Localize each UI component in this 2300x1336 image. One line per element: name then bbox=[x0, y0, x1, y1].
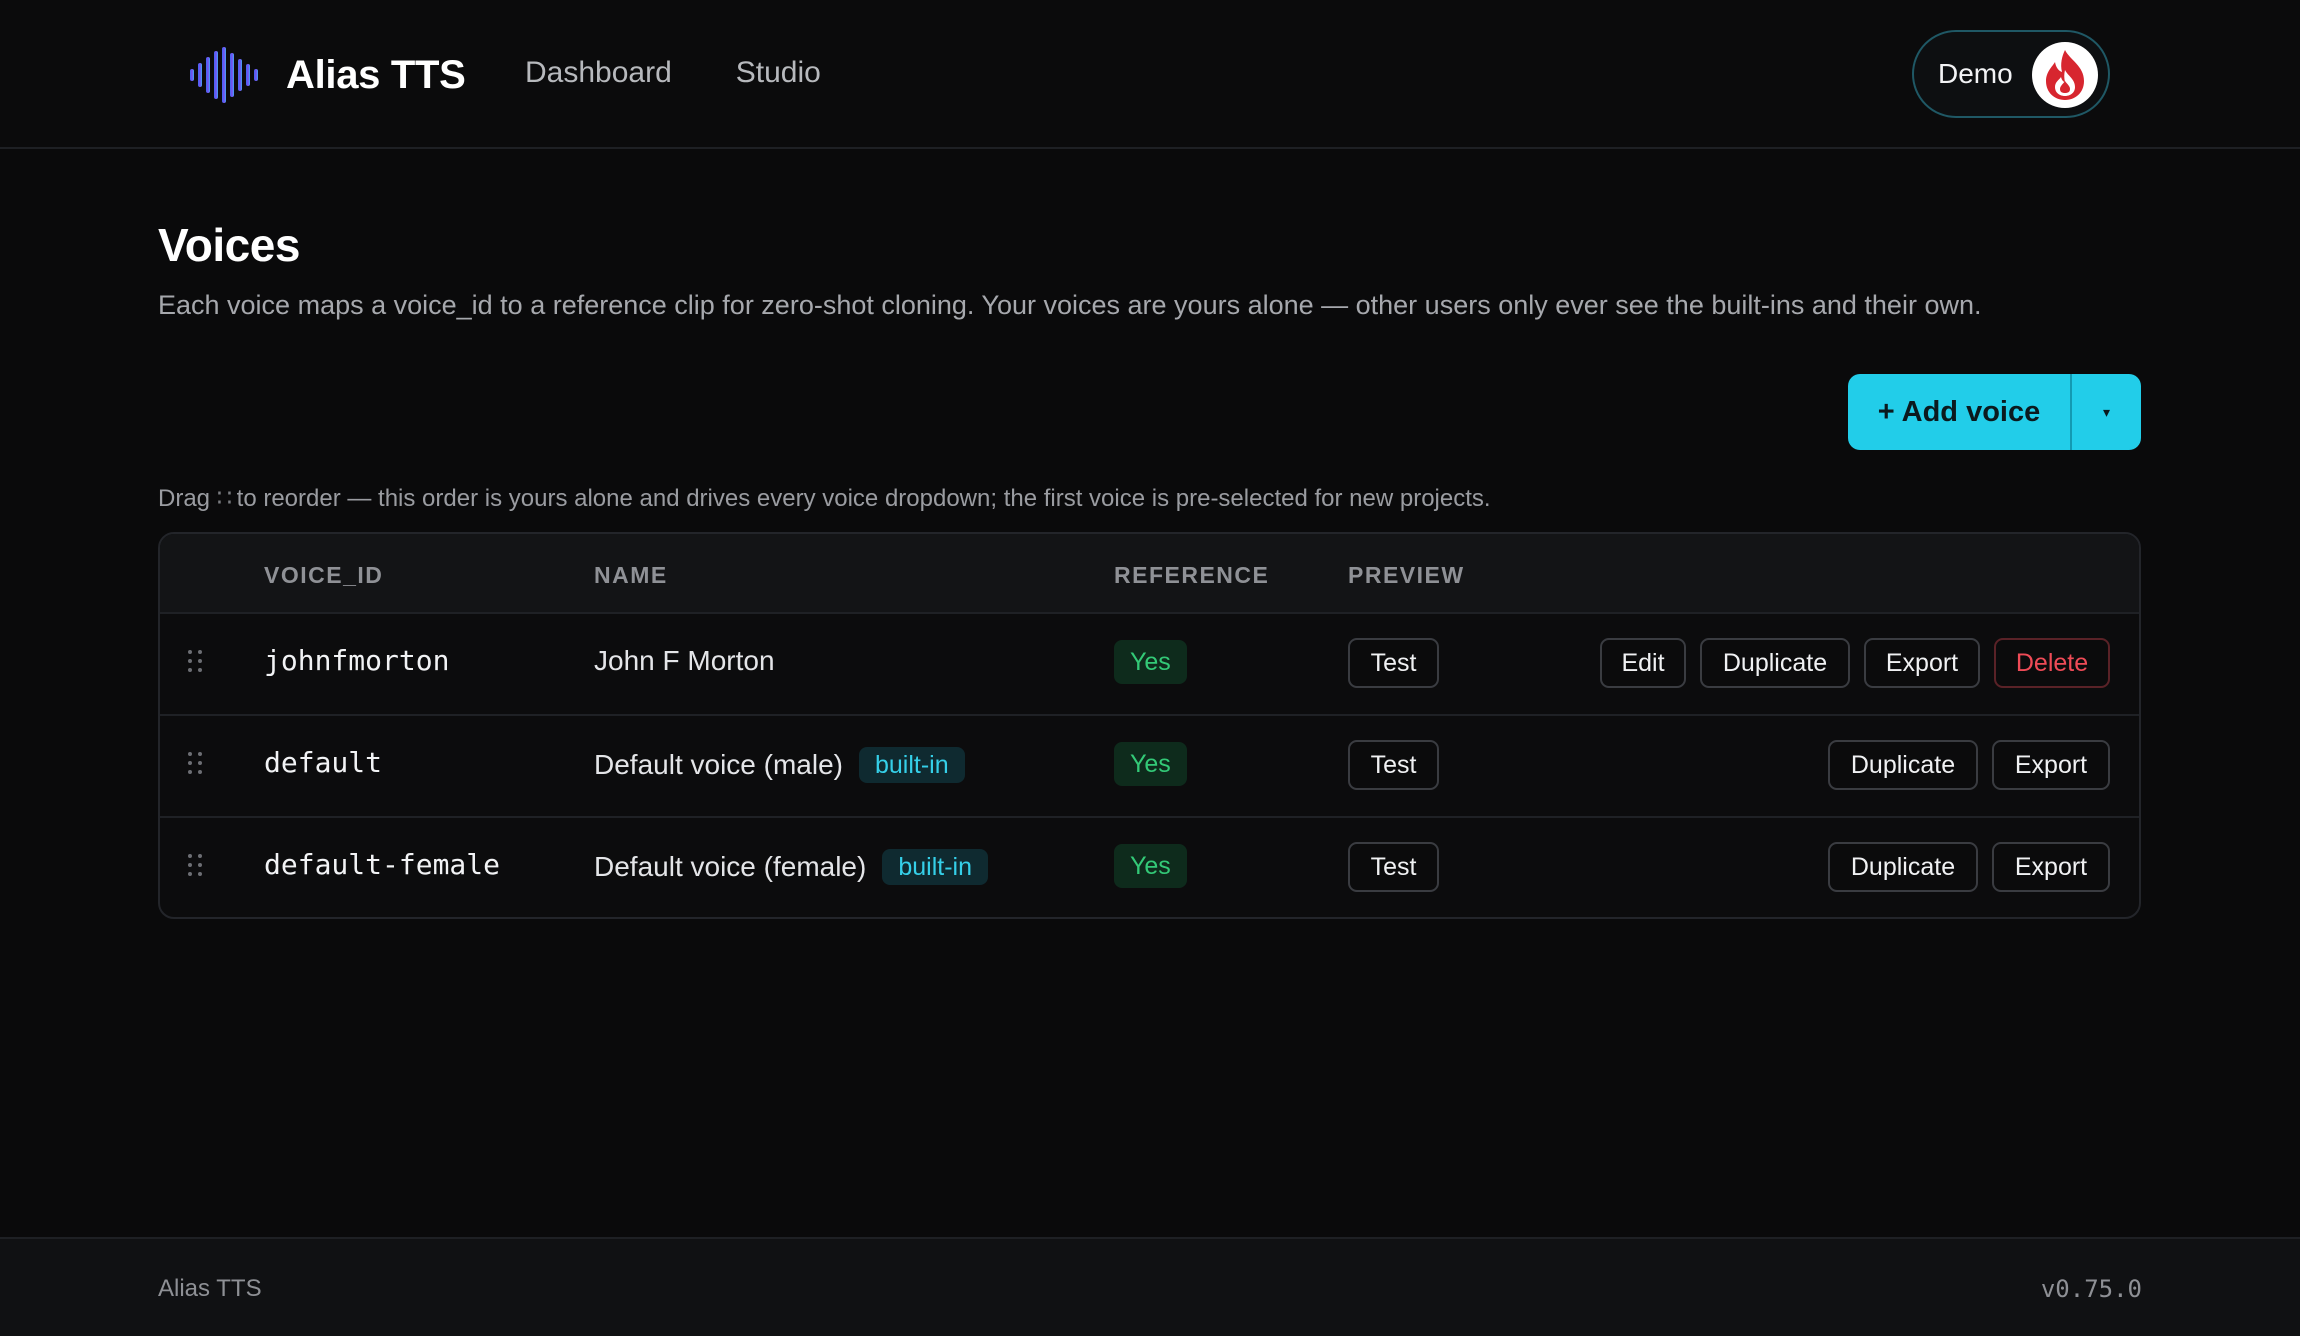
footer-brand: Alias TTS bbox=[158, 1275, 262, 1302]
table-header: VOICE_ID NAME REFERENCE PREVIEW bbox=[160, 534, 2139, 612]
built-in-badge: built-in bbox=[858, 747, 965, 783]
table-row: johnfmorton John F Morton Yes Test Edit … bbox=[160, 612, 2139, 714]
voice-name: Default voice (male) built-in bbox=[594, 747, 965, 783]
flame-logo-icon bbox=[2032, 42, 2098, 108]
voice-name-text: Default voice (female) bbox=[594, 851, 867, 882]
caret-down-icon: ▾ bbox=[2102, 403, 2111, 420]
voice-name-text: John F Morton bbox=[594, 645, 775, 676]
hint-prefix: Drag bbox=[158, 485, 211, 512]
drag-handle-icon[interactable] bbox=[186, 648, 204, 674]
add-voice-menu-button[interactable]: ▾ bbox=[2072, 374, 2141, 450]
reorder-hint: Drag ∷ to reorder — this order is yours … bbox=[158, 484, 1491, 513]
reference-status-badge: Yes bbox=[1114, 742, 1187, 786]
voice-name-text: Default voice (male) bbox=[594, 749, 843, 780]
test-voice-button[interactable]: Test bbox=[1348, 842, 1439, 892]
voice-name: Default voice (female) built-in bbox=[594, 849, 988, 885]
voice-id: default bbox=[264, 746, 383, 779]
delete-voice-button[interactable]: Delete bbox=[1994, 638, 2110, 688]
export-voice-button[interactable]: Export bbox=[1992, 842, 2110, 892]
test-voice-button[interactable]: Test bbox=[1348, 740, 1439, 790]
test-voice-button[interactable]: Test bbox=[1348, 638, 1439, 688]
voice-id: default-female bbox=[264, 848, 501, 881]
reference-status-badge: Yes bbox=[1114, 640, 1187, 684]
drag-handle-icon[interactable] bbox=[186, 750, 204, 776]
drag-handle-icon: ∷ bbox=[216, 485, 232, 512]
column-header-reference: REFERENCE bbox=[1114, 562, 1270, 588]
duplicate-voice-button[interactable]: Duplicate bbox=[1828, 842, 1978, 892]
top-bar: Alias TTS Dashboard Studio Demo bbox=[0, 0, 2300, 149]
footer: Alias TTS v0.75.0 bbox=[0, 1237, 2300, 1336]
duplicate-voice-button[interactable]: Duplicate bbox=[1700, 638, 1850, 688]
user-menu-button[interactable]: Demo bbox=[1912, 30, 2110, 118]
nav-dashboard[interactable]: Dashboard bbox=[525, 56, 672, 90]
duplicate-voice-button[interactable]: Duplicate bbox=[1828, 740, 1978, 790]
voice-name: John F Morton bbox=[594, 645, 775, 677]
export-voice-button[interactable]: Export bbox=[1864, 638, 1980, 688]
add-voice-button[interactable]: + Add voice bbox=[1848, 374, 2070, 450]
waveform-icon bbox=[188, 47, 264, 103]
page-title: Voices bbox=[158, 219, 300, 271]
drag-handle-icon[interactable] bbox=[186, 852, 204, 878]
column-header-preview: PREVIEW bbox=[1348, 562, 1465, 588]
export-voice-button[interactable]: Export bbox=[1992, 740, 2110, 790]
main-nav: Dashboard Studio bbox=[525, 56, 821, 90]
column-header-name: NAME bbox=[594, 562, 668, 588]
built-in-badge: built-in bbox=[882, 849, 988, 885]
column-header-voice-id: VOICE_ID bbox=[264, 562, 384, 588]
brand-name: Alias TTS bbox=[286, 52, 466, 97]
table-row: default Default voice (male) built-in Yes… bbox=[160, 714, 2139, 816]
user-name: Demo bbox=[1938, 58, 2013, 89]
edit-voice-button[interactable]: Edit bbox=[1600, 638, 1686, 688]
hint-suffix: to reorder — this order is yours alone a… bbox=[236, 485, 1491, 512]
brand[interactable]: Alias TTS bbox=[188, 44, 466, 106]
nav-studio[interactable]: Studio bbox=[736, 56, 821, 90]
voices-table: VOICE_ID NAME REFERENCE PREVIEW johnfmor… bbox=[158, 532, 2141, 919]
add-voice-split-button: + Add voice ▾ bbox=[1848, 374, 2141, 450]
table-row: default-female Default voice (female) bui… bbox=[160, 816, 2139, 917]
voice-id: johnfmorton bbox=[264, 644, 450, 677]
app-version: v0.75.0 bbox=[2040, 1275, 2142, 1303]
page-description: Each voice maps a voice_id to a referenc… bbox=[158, 290, 1982, 320]
reference-status-badge: Yes bbox=[1114, 844, 1187, 888]
